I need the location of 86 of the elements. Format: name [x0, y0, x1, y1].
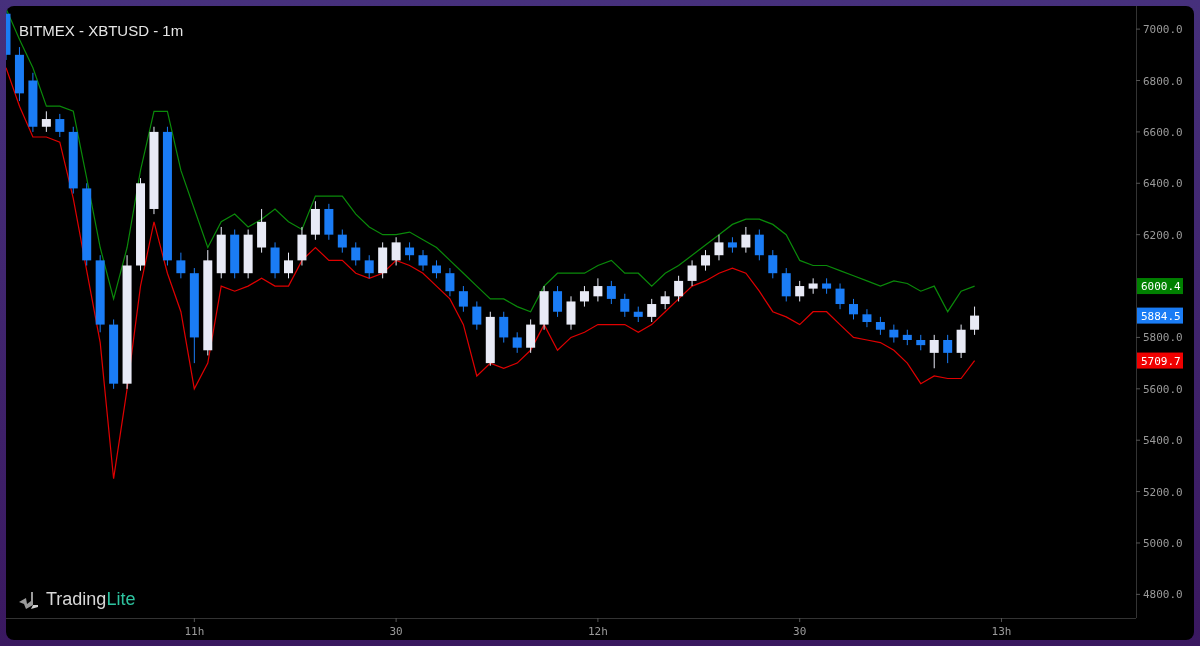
- axis-label: 30: [389, 625, 403, 638]
- candlestick: [526, 318, 536, 354]
- candlestick: [593, 277, 603, 302]
- candlestick: [257, 208, 267, 254]
- axis-label: 5400.0: [1143, 434, 1183, 448]
- candlestick: [391, 236, 401, 266]
- candlestick: [862, 308, 872, 328]
- candlestick: [337, 229, 347, 254]
- candlestick: [270, 241, 280, 279]
- candlestick: [297, 226, 307, 266]
- candlestick: [472, 300, 482, 331]
- axis-label: 6600.0: [1143, 125, 1183, 139]
- candlestick: [230, 229, 240, 279]
- candlestick: [701, 249, 710, 272]
- candlestick: [929, 334, 939, 369]
- axis-label: 5600.0: [1143, 382, 1183, 396]
- candlestick: [14, 46, 24, 102]
- axis-label: 30: [793, 625, 807, 638]
- candlestick: [727, 236, 737, 254]
- candlestick: [647, 298, 657, 323]
- candlestick: [243, 229, 253, 279]
- candlestick: [687, 259, 697, 287]
- candlestick: [633, 306, 643, 323]
- candlestick: [916, 334, 926, 351]
- candlestick: [458, 285, 468, 313]
- axis-label: 5800.0: [1143, 331, 1183, 345]
- candlestick: [553, 285, 563, 318]
- candlestick: [741, 226, 751, 254]
- axis-label: 11h: [184, 625, 205, 638]
- axis-label: 7000.0: [1143, 23, 1183, 37]
- candlestick: [351, 241, 361, 266]
- candlestick: [539, 285, 549, 331]
- candlestick: [324, 203, 334, 241]
- axis-label: 6400.0: [1143, 177, 1183, 191]
- price-label: 6000.4: [1137, 278, 1183, 295]
- candlestick: [445, 267, 455, 297]
- candlestick: [674, 275, 684, 302]
- candlestick: [405, 241, 415, 261]
- candlestick: [970, 306, 980, 336]
- candlestick: [849, 298, 858, 320]
- candlestick: [284, 252, 293, 279]
- candlestick: [418, 249, 428, 272]
- candlestick: [754, 229, 764, 261]
- candlestick: [432, 259, 441, 279]
- candlestick: [378, 241, 388, 279]
- candlestick: [364, 254, 374, 279]
- candlestick: [41, 110, 51, 133]
- candlestick: [512, 331, 522, 354]
- candlestick: [499, 311, 509, 344]
- candlestick: [956, 324, 966, 359]
- candlestick: [176, 252, 186, 279]
- candlestick: [310, 200, 320, 241]
- candlestick: [28, 72, 38, 133]
- candlestick: [620, 293, 630, 318]
- axis-label: 4800.0: [1143, 588, 1183, 602]
- price-label: 5884.5: [1137, 307, 1183, 324]
- axis-label: 5200.0: [1143, 485, 1183, 499]
- logo-icon: [18, 589, 40, 610]
- candlestick: [822, 277, 832, 295]
- candlestick: [795, 280, 805, 302]
- candlestick: [781, 267, 791, 302]
- candlestick: [216, 226, 226, 279]
- candlestick: [109, 318, 119, 390]
- candlestick: [68, 126, 78, 195]
- candlestick: [875, 316, 885, 336]
- candlestick: [485, 311, 495, 367]
- candlestick: [579, 285, 589, 308]
- axis-label: 6200.0: [1143, 228, 1183, 242]
- logo-text: TradingLite: [46, 588, 136, 611]
- candlestick: [889, 324, 899, 344]
- axis-label: 5000.0: [1143, 537, 1183, 550]
- candlestick: [606, 280, 616, 305]
- candlestick: [943, 334, 953, 364]
- axis-label: 6800.0: [1143, 74, 1183, 88]
- candlestick: [660, 290, 670, 310]
- candlestick: [55, 113, 65, 138]
- candlestick: [808, 277, 818, 295]
- candlestick: [768, 249, 778, 279]
- axis-label: 12h: [587, 625, 608, 638]
- candlestick: [566, 295, 576, 331]
- candlestick: [902, 329, 912, 346]
- price-label: 5709.7: [1137, 352, 1183, 369]
- axis-label: 13h: [991, 625, 1012, 638]
- candlestick: [714, 234, 724, 261]
- chart-title: BITMEX - XBTUSD - 1m: [19, 21, 184, 41]
- candlestick: [835, 283, 845, 310]
